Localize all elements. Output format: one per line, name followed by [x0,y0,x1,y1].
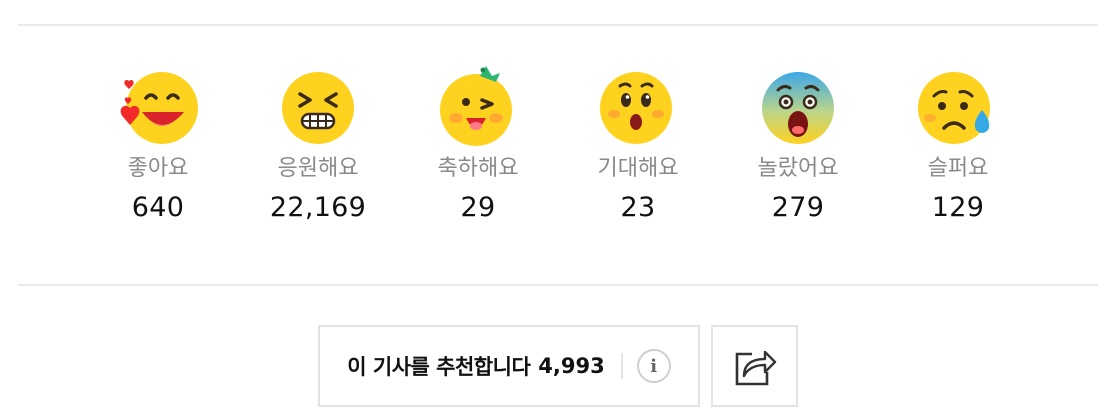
reaction-celebrate[interactable]: 축하해요 29 [398,64,558,224]
reaction-like[interactable]: 좋아요 640 [78,64,238,224]
reaction-count: 22,169 [269,192,367,223]
reaction-count: 279 [771,192,825,223]
button-separator [620,353,623,379]
reaction-count: 640 [131,192,185,223]
top-divider [18,24,1098,26]
recommend-count: 4,993 [538,354,605,378]
reaction-label: 응원해요 [277,156,359,181]
reaction-label: 축하해요 [437,156,519,181]
hopeful-emoji-icon [600,72,672,144]
info-icon[interactable]: i [636,349,671,383]
sad-emoji-icon [918,72,990,144]
reaction-expect[interactable]: 기대해요 23 [558,64,718,224]
heart-eyes-emoji-icon [120,72,198,144]
reaction-label: 슬퍼요 [927,156,989,181]
reaction-label: 놀랐어요 [757,156,839,181]
cheering-emoji-icon [282,72,354,144]
share-button[interactable] [711,325,798,407]
reaction-label: 기대해요 [597,156,679,181]
recommend-label: 이 기사를 추천합니다 [347,355,531,379]
shocked-emoji-icon [762,72,834,144]
recommend-button[interactable]: 이 기사를 추천합니다 4,993 i [318,325,700,407]
party-emoji-icon [440,66,512,146]
reaction-bar: 좋아요 640 응원해요 22,169 축하해요 29 기대해요 23 놀랐어요… [78,64,1038,224]
section-divider [18,284,1098,286]
reaction-count: 29 [460,192,496,223]
share-icon [735,350,776,386]
reaction-label: 좋아요 [127,156,189,181]
reaction-count: 23 [620,192,656,223]
reaction-count: 129 [931,192,985,223]
reaction-cheer[interactable]: 응원해요 22,169 [238,64,398,224]
reaction-sad[interactable]: 슬퍼요 129 [878,64,1038,224]
reaction-surprised[interactable]: 놀랐어요 279 [718,64,878,224]
